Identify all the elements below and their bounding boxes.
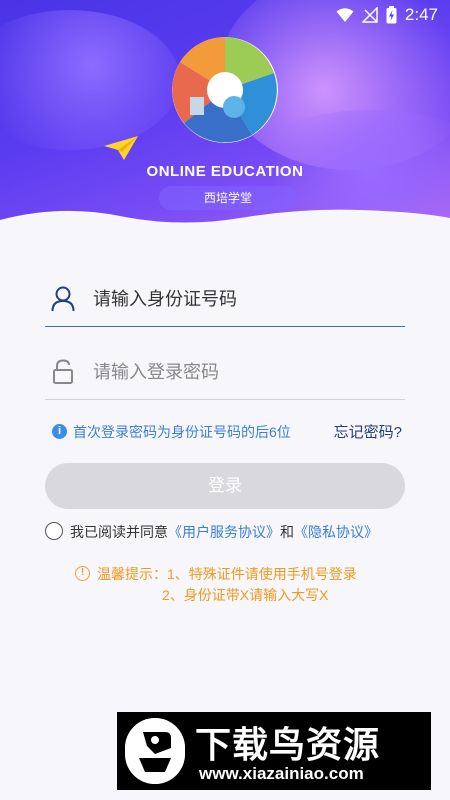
status-icons: 2:47: [336, 5, 438, 25]
password-hint: 首次登录密码为身份证号码的后6位: [73, 424, 291, 440]
login-button[interactable]: 登录: [45, 463, 405, 509]
privacy-policy-link[interactable]: 《隐私协议》: [294, 524, 378, 540]
user-agreement-link[interactable]: 《用户服务协议》: [168, 524, 280, 540]
lock-icon: [53, 359, 73, 384]
id-number-input[interactable]: [93, 284, 393, 314]
wifi-icon: [336, 8, 354, 22]
brand-title: ONLINE EDUCATION: [146, 163, 304, 180]
forgot-password-link[interactable]: 忘记密码?: [334, 421, 402, 442]
password-input[interactable]: [93, 357, 393, 387]
battery-charging-icon: [386, 6, 397, 24]
user-icon: [51, 286, 75, 312]
bird-logo-icon: [125, 718, 185, 784]
status-time: 2:47: [404, 5, 438, 24]
no-signal-icon: [361, 7, 378, 23]
agreement-checkbox[interactable]: [45, 522, 63, 540]
watermark-banner: 下载鸟资源 www.xiazainiao.com: [117, 712, 431, 790]
warning-icon: !: [75, 566, 90, 581]
app-logo: [172, 37, 278, 143]
tip-line-1: 温馨提示：1、特殊证件请使用手机号登录: [97, 566, 357, 582]
decorative-blob: [0, 10, 180, 150]
info-icon: i: [52, 424, 67, 439]
agreement-text: 我已阅读并同意《用户服务协议》和《隐私协议》: [70, 522, 378, 542]
id-number-field[interactable]: [45, 272, 405, 327]
status-bar: 2:47: [0, 0, 450, 30]
watermark-title: 下载鸟资源: [195, 724, 381, 765]
header-wave: [0, 209, 450, 240]
agreement-and: 和: [280, 524, 294, 540]
agreement-row: 我已阅读并同意《用户服务协议》和《隐私协议》: [45, 521, 405, 543]
password-field[interactable]: [45, 345, 405, 400]
watermark-url: www.xiazainiao.com: [199, 764, 364, 783]
paper-plane-icon: [104, 136, 138, 160]
agreement-prefix: 我已阅读并同意: [70, 524, 168, 540]
tip-line-2: 2、身份证带X请输入大写X: [162, 587, 329, 603]
password-hint-row: i 首次登录密码为身份证号码的后6位 忘记密码?: [52, 421, 402, 443]
